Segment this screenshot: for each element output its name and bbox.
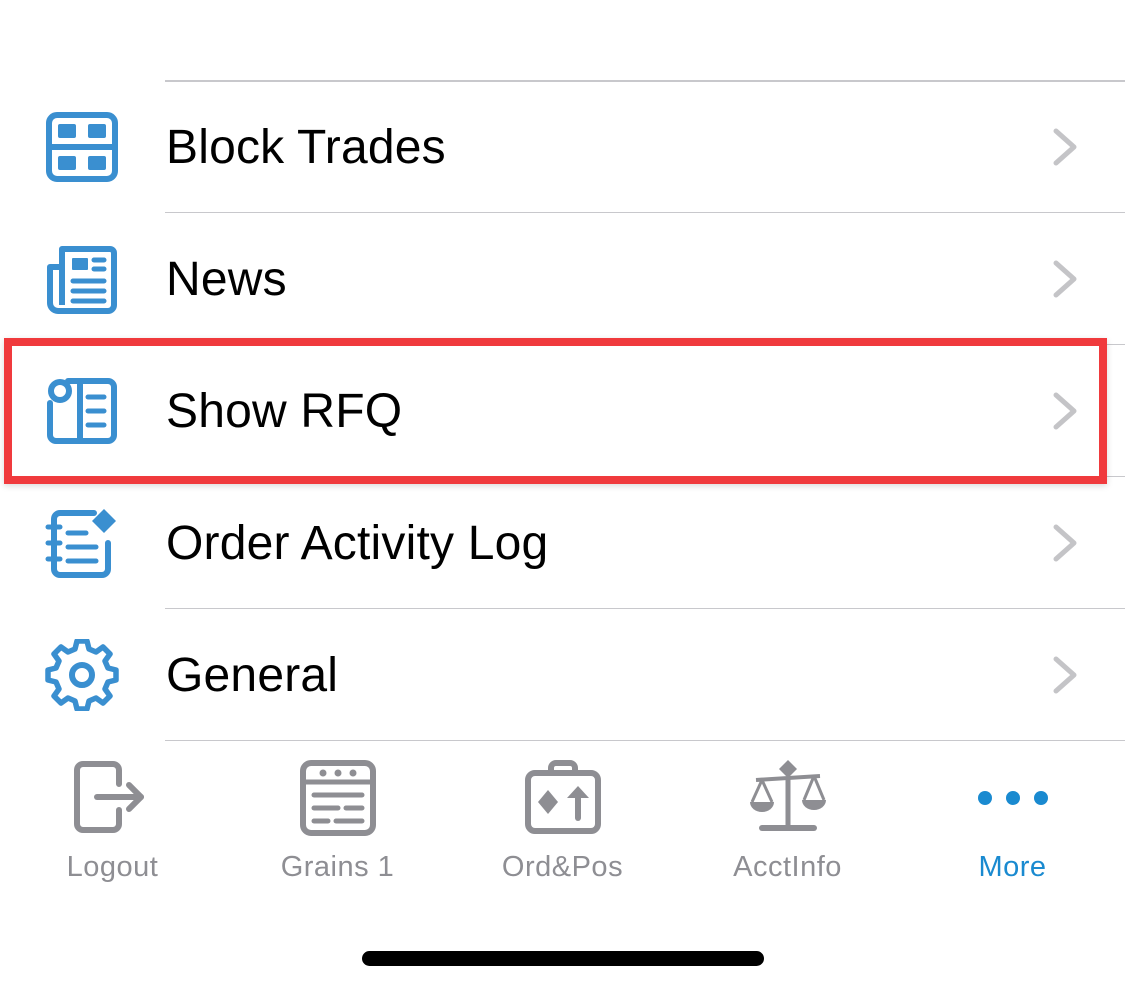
menu-item-label: Show RFQ (166, 385, 403, 438)
order-activity-log-icon (44, 507, 120, 579)
block-trades-icon (44, 111, 120, 183)
show-rfq-icon (44, 375, 120, 447)
tab-logout[interactable]: Logout (0, 758, 225, 898)
briefcase-icon (523, 758, 603, 838)
menu-item-label: News (166, 253, 287, 306)
chevron-right-icon (1050, 523, 1080, 563)
menu-item-block-trades[interactable]: Block Trades (0, 81, 1125, 213)
tab-label: Logout (66, 851, 159, 883)
menu-item-order-activity-log[interactable]: Order Activity Log (0, 477, 1125, 609)
gear-icon (44, 639, 120, 711)
menu-item-label: Order Activity Log (166, 517, 549, 570)
tab-label: Grains 1 (280, 851, 395, 883)
more-screen: Block Trades News Show RFQ Order Activit… (0, 0, 1125, 990)
tab-ord-pos[interactable]: Ord&Pos (450, 758, 675, 898)
menu-item-general[interactable]: General (0, 609, 1125, 741)
grains-grid-icon (298, 758, 378, 838)
chevron-right-icon (1050, 127, 1080, 167)
more-dots-icon (973, 758, 1053, 838)
menu-item-label: Block Trades (166, 121, 446, 174)
scales-icon (748, 758, 828, 838)
tab-more[interactable]: More (900, 758, 1125, 898)
news-icon (44, 243, 120, 315)
home-indicator (362, 951, 764, 966)
logout-icon (73, 758, 153, 838)
tab-grains-1[interactable]: Grains 1 (225, 758, 450, 898)
chevron-right-icon (1050, 655, 1080, 695)
tab-acctinfo[interactable]: AcctInfo (675, 758, 900, 898)
menu-item-news[interactable]: News (0, 213, 1125, 345)
tab-label: More (978, 851, 1047, 883)
chevron-right-icon (1050, 391, 1080, 431)
chevron-right-icon (1050, 259, 1080, 299)
tab-label: AcctInfo (733, 851, 842, 883)
menu-item-label: General (166, 649, 339, 702)
divider (165, 739, 1125, 741)
menu-item-show-rfq[interactable]: Show RFQ (0, 345, 1125, 477)
tab-label: Ord&Pos (501, 851, 624, 883)
